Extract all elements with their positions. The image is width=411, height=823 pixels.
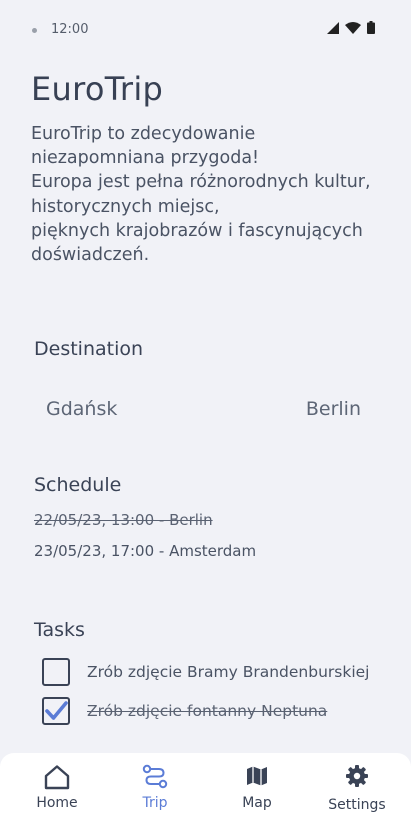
tasks-title: Tasks	[34, 619, 85, 641]
nav-label: Trip	[142, 795, 168, 811]
app-title: EuroTrip	[31, 70, 164, 108]
wifi-icon	[345, 21, 361, 34]
signal-icon	[327, 21, 339, 34]
status-icons	[327, 21, 375, 34]
battery-icon	[367, 21, 375, 34]
schedule-item[interactable]: 22/05/23, 13:00 - Berlin	[34, 511, 213, 529]
task-item[interactable]: Zrób zdjęcie fontanny Neptuna	[42, 697, 327, 725]
task-checkbox[interactable]	[42, 697, 70, 725]
task-checkbox[interactable]	[42, 658, 70, 686]
checkmark-icon	[45, 701, 68, 720]
task-label: Zrób zdjęcie fontanny Neptuna	[87, 702, 328, 720]
status-bar: 12:00	[0, 0, 411, 60]
status-time: 12:00	[51, 22, 89, 37]
gear-icon	[345, 764, 369, 792]
destination-to[interactable]: Berlin	[306, 398, 361, 420]
nav-item-map[interactable]: Map	[206, 753, 308, 823]
notification-dot-icon	[32, 28, 37, 33]
route-icon	[141, 764, 169, 794]
bottom-navigation: Home Trip Map Settings	[0, 753, 411, 823]
nav-label: Home	[36, 795, 78, 811]
home-icon	[43, 764, 71, 794]
nav-label: Map	[242, 795, 272, 811]
schedule-item[interactable]: 23/05/23, 17:00 - Amsterdam	[34, 542, 256, 560]
nav-item-settings[interactable]: Settings	[306, 753, 408, 823]
intro-text: EuroTrip to zdecydowanie niezapomniana p…	[31, 124, 371, 266]
destination-title: Destination	[34, 338, 144, 360]
map-icon	[245, 764, 269, 792]
nav-item-trip[interactable]: Trip	[104, 753, 206, 823]
nav-label: Settings	[328, 797, 386, 813]
nav-item-home[interactable]: Home	[6, 753, 108, 823]
destination-from[interactable]: Gdańsk	[46, 398, 117, 420]
schedule-title: Schedule	[34, 474, 122, 496]
task-item[interactable]: Zrób zdjęcie Bramy Brandenburskiej	[42, 658, 369, 686]
task-label: Zrób zdjęcie Bramy Brandenburskiej	[87, 663, 370, 681]
